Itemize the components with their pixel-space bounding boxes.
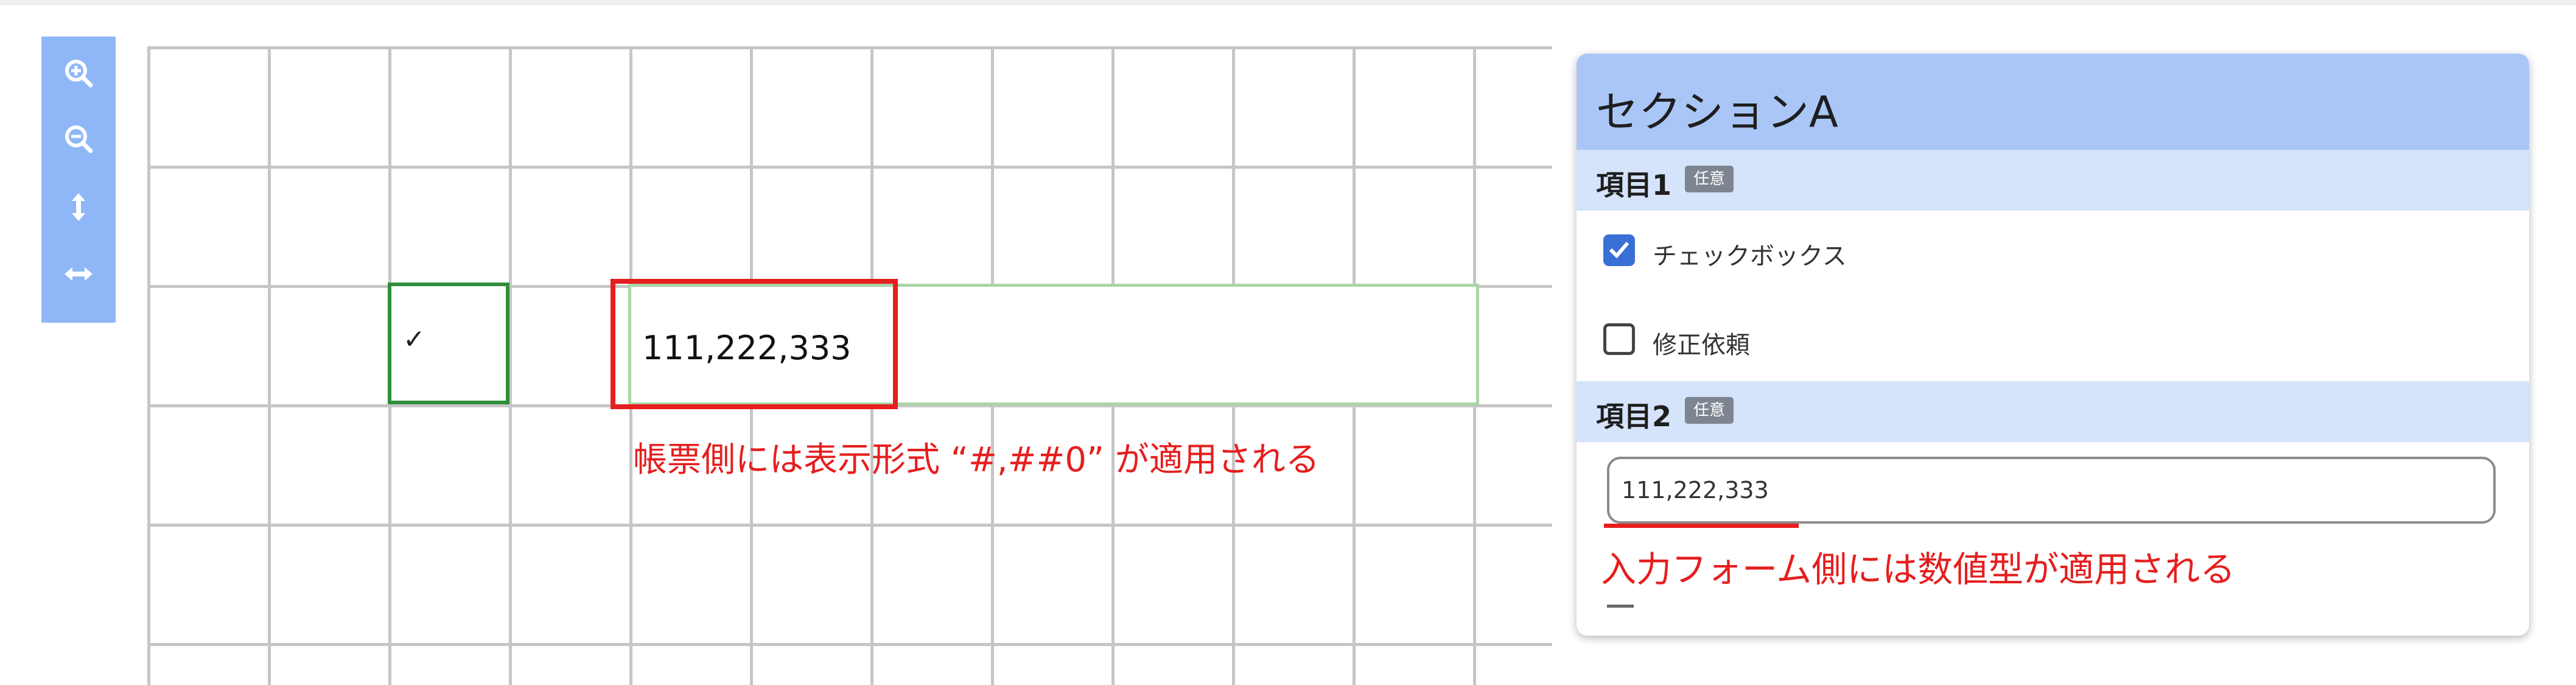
- checkbox-option-label-2[interactable]: 修正依頼: [1653, 325, 1750, 360]
- item2-label: 項目2: [1596, 400, 1672, 433]
- top-divider: [0, 0, 2576, 5]
- check-icon: [1609, 242, 1629, 259]
- zoom-out-icon: [65, 125, 93, 153]
- zoom-toolbar: [41, 37, 116, 323]
- sheet-edge: [1552, 46, 1558, 685]
- sheet-format-annotation: 帳票側には表示形式 “#,##0” が適用される: [633, 440, 1320, 480]
- form-type-annotation: 入力フォーム側には数値型が適用される: [1601, 549, 2236, 590]
- fit-height-button[interactable]: [41, 177, 116, 237]
- section-header: セクションA: [1577, 54, 2529, 150]
- item1-label: 項目1: [1596, 169, 1672, 202]
- checkbox-option-unchecked[interactable]: [1603, 323, 1635, 355]
- fit-width-button[interactable]: [41, 244, 116, 304]
- next-field-hint: [1607, 605, 1634, 608]
- zoom-out-button[interactable]: [41, 108, 116, 169]
- annotation-underline: [1604, 524, 1799, 528]
- item1-header: 項目1 任意: [1577, 150, 2529, 211]
- checkbox-option-label-1[interactable]: チェックボックス: [1653, 236, 1847, 272]
- item2-header: 項目2 任意: [1577, 381, 2529, 442]
- fit-width-icon: [65, 267, 93, 281]
- zoom-in-button[interactable]: [41, 43, 116, 104]
- item2-number-input[interactable]: [1607, 457, 2496, 524]
- checkbox-option-checked[interactable]: [1603, 234, 1635, 266]
- checkbox-cell-value: ✓: [403, 324, 425, 355]
- input-form-panel: セクションA 項目1 任意 チェックボックス 修正依頼 項目2 任意 入力フォー…: [1577, 54, 2529, 636]
- section-title: セクションA: [1596, 87, 1838, 137]
- item2-optional-badge: 任意: [1685, 397, 1734, 424]
- number-cell-value: 111,222,333: [642, 329, 852, 367]
- item1-optional-badge: 任意: [1685, 166, 1734, 192]
- fit-height-icon: [72, 193, 85, 221]
- zoom-in-icon: [65, 60, 93, 88]
